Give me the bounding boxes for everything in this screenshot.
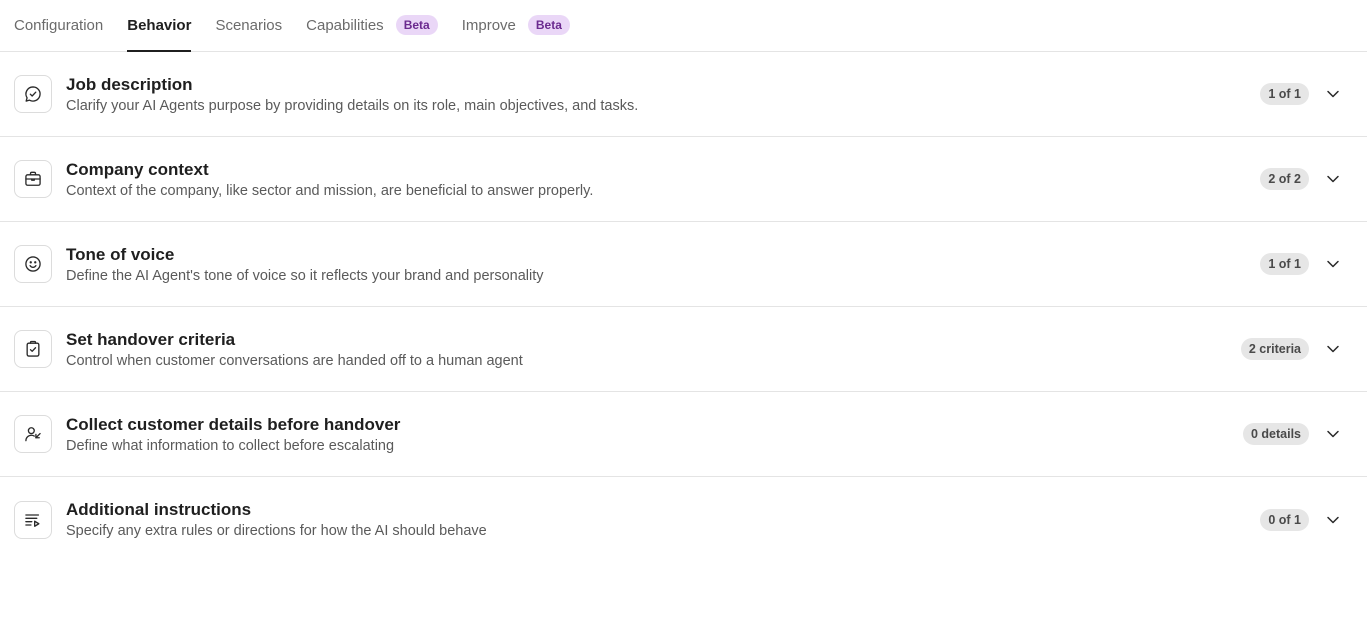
smiley-icon [14,245,52,283]
count-badge: 2 of 2 [1260,168,1309,190]
tab-bar: Configuration Behavior Scenarios Capabil… [0,0,1367,52]
section-title: Additional instructions [66,500,252,519]
chevron-down-icon[interactable] [1323,424,1343,444]
section-title: Set handover criteria [66,329,236,349]
section-title: Job description [66,74,193,94]
count-badge: 0 of 1 [1260,508,1309,531]
count-badge: 1 of 1 [1260,83,1309,105]
chevron-down-icon[interactable] [1323,510,1343,530]
tab-label: Improve [461,16,516,34]
section-additional-instructions[interactable]: Additional instructions Specify any extr… [0,477,1367,562]
tab-capabilities[interactable]: Capabilities Beta [306,0,438,51]
section-title: Company context [66,159,209,179]
count-badge: 2 criteria [1240,338,1309,360]
section-description: Define what information to collect befor… [66,437,395,454]
list-play-icon [14,500,52,539]
chevron-down-icon[interactable] [1323,169,1343,189]
section-description: Specify any extra rules or directions fo… [66,523,487,539]
section-collect-customer-details[interactable]: Collect customer details before handover… [0,392,1367,477]
section-title: Tone of voice [66,244,175,264]
tab-label: Behavior [127,16,192,34]
tab-scenarios[interactable]: Scenarios [215,0,282,51]
beta-badge: Beta [395,15,438,35]
section-description: Define the AI Agent's tone of voice so i… [66,267,544,284]
user-arrow-icon [14,415,52,453]
beta-badge: Beta [527,15,570,35]
section-description: Clarify your AI Agents purpose by provid… [66,97,639,114]
tab-label: Scenarios [215,16,283,34]
section-job-description[interactable]: Job description Clarify your AI Agents p… [0,52,1367,137]
clipboard-check-icon [14,330,52,368]
section-tone-of-voice[interactable]: Tone of voice Define the AI Agent's tone… [0,222,1367,307]
section-description: Control when customer conversations are … [66,352,523,369]
tab-improve[interactable]: Improve Beta [462,0,570,51]
chevron-down-icon[interactable] [1323,84,1343,104]
briefcase-icon [14,160,52,198]
chevron-down-icon[interactable] [1323,254,1343,274]
count-badge: 1 of 1 [1260,253,1309,275]
section-title: Collect customer details before handover [66,414,401,434]
section-description: Context of the company, like sector and … [66,182,594,199]
tab-behavior[interactable]: Behavior [127,0,192,52]
tab-label: Capabilities [306,16,384,34]
tab-label: Configuration [14,16,104,34]
chat-check-icon [14,75,52,113]
count-badge: 0 details [1242,423,1309,445]
chevron-down-icon[interactable] [1323,339,1343,359]
section-handover-criteria[interactable]: Set handover criteria Control when custo… [0,307,1367,392]
tab-configuration[interactable]: Configuration [14,0,103,51]
section-company-context[interactable]: Company context Context of the company, … [0,137,1367,222]
